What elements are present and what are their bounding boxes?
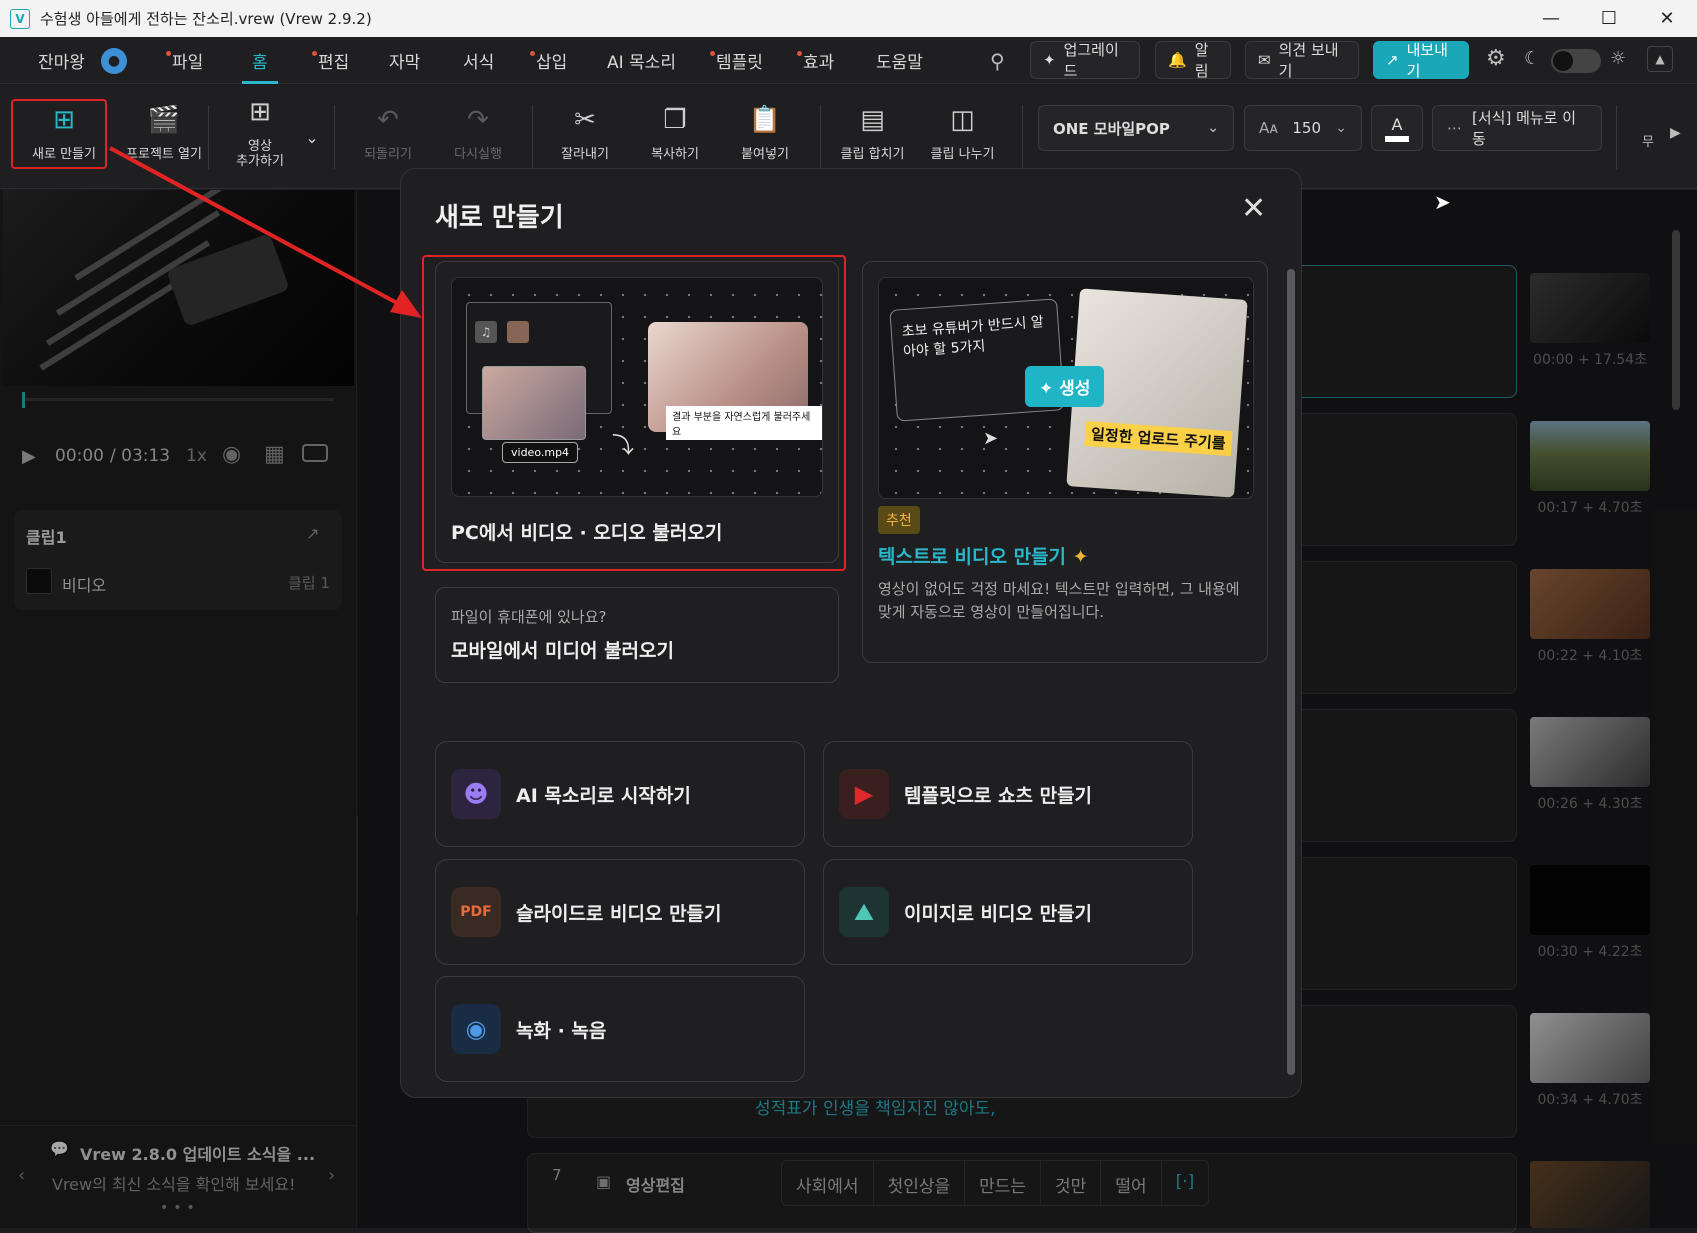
annotation-arrow (109, 146, 422, 318)
mouse-cursor-icon: ➤ (1434, 190, 1451, 214)
